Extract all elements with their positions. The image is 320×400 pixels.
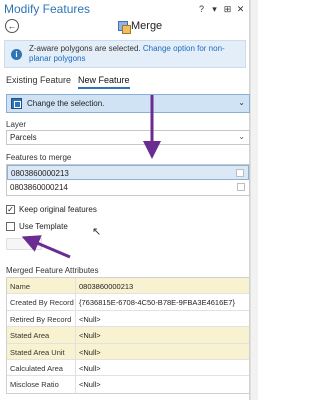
attribute-value[interactable]: <Null> — [76, 344, 104, 359]
tool-name-label: Merge — [131, 20, 163, 32]
attribute-value[interactable]: 0803860000213 — [76, 278, 136, 293]
info-message: Z-aware polygons are selected. Change op… — [29, 44, 244, 64]
info-banner: i Z-aware polygons are selected. Change … — [4, 40, 246, 68]
merge-icon — [118, 21, 131, 34]
features-to-merge-list: 0803860000213 0803860000214 — [6, 164, 250, 196]
tab-existing-feature[interactable]: Existing Feature — [6, 75, 71, 89]
use-template-label: Use Template — [19, 222, 68, 231]
vertical-scrollbar[interactable] — [250, 0, 258, 400]
auto-hide-icon[interactable]: ⊞ — [223, 4, 232, 15]
close-icon[interactable]: ✕ — [236, 4, 245, 15]
keep-original-checkbox[interactable]: ✓ — [6, 205, 15, 214]
attribute-value[interactable]: <Null> — [76, 360, 104, 375]
feature-id: 0803860000213 — [11, 169, 69, 178]
modify-features-pane: Modify Features ? ▾ ⊞ ✕ ← Merge i Z-awar… — [0, 0, 250, 400]
table-row[interactable]: Created By Record {7636815E-6708-4C50-B7… — [7, 294, 249, 311]
change-selection-label: Change the selection. — [27, 99, 105, 108]
chevron-down-icon: ⌄ — [238, 132, 245, 141]
chevron-down-icon: ⌄ — [238, 98, 245, 107]
radio-box[interactable] — [237, 183, 245, 191]
change-selection-dropdown[interactable]: Change the selection. ⌄ — [6, 94, 250, 113]
back-arrow-icon[interactable]: ← — [5, 19, 19, 33]
use-template-option[interactable]: Use Template — [6, 222, 68, 231]
attribute-value[interactable]: <Null> — [76, 311, 104, 326]
attribute-name: Retired By Record — [7, 310, 76, 327]
feature-id: 0803860000214 — [10, 183, 68, 192]
table-row[interactable]: Misclose Ratio <Null> — [7, 376, 249, 393]
table-row[interactable]: Calculated Area <Null> — [7, 359, 249, 377]
list-item[interactable]: 0803860000214 — [7, 180, 249, 195]
tab-strip: Existing Feature New Feature — [6, 75, 130, 89]
info-text: Z-aware polygons are selected. — [29, 44, 141, 53]
attribute-value[interactable]: {7636815E-6708-4C50-B78E-9FBA3E4616E7} — [76, 294, 238, 309]
tool-name: Merge — [118, 20, 163, 34]
attribute-value[interactable]: <Null> — [76, 327, 104, 342]
layer-select[interactable]: Parcels ⌄ — [6, 130, 250, 145]
template-select-disabled: ▾ — [6, 238, 42, 250]
attributes-table: Name 0803860000213 Created By Record {76… — [6, 277, 250, 394]
table-row[interactable]: Name 0803860000213 — [7, 278, 249, 295]
help-icon[interactable]: ? — [197, 4, 206, 15]
keep-original-label: Keep original features — [19, 205, 97, 214]
list-item[interactable]: 0803860000213 — [7, 165, 249, 180]
title-bar: Modify Features ? ▾ ⊞ ✕ — [0, 0, 249, 18]
info-icon: i — [11, 49, 22, 60]
attribute-name: Stated Area — [7, 327, 76, 343]
table-row[interactable]: Stated Area Unit <Null> — [7, 343, 249, 360]
attribute-name: Calculated Area — [7, 359, 76, 376]
attribute-name: Misclose Ratio — [7, 376, 76, 393]
tab-new-feature[interactable]: New Feature — [78, 75, 130, 89]
select-features-icon — [11, 98, 22, 109]
mouse-cursor-icon: ↖ — [92, 226, 102, 238]
use-template-checkbox[interactable] — [6, 222, 15, 231]
radio-box[interactable] — [236, 169, 244, 177]
features-to-merge-label: Features to merge — [6, 153, 72, 162]
keep-original-features-option[interactable]: ✓ Keep original features — [6, 205, 97, 214]
attribute-name: Stated Area Unit — [7, 343, 76, 359]
layer-label: Layer — [6, 120, 27, 129]
title-bar-controls: ? ▾ ⊞ ✕ — [197, 4, 249, 15]
attribute-name: Created By Record — [7, 294, 76, 310]
table-row[interactable]: Stated Area <Null> — [7, 327, 249, 344]
table-row[interactable]: Retired By Record <Null> — [7, 310, 249, 328]
options-dropdown-icon[interactable]: ▾ — [210, 4, 219, 15]
merged-attributes-label: Merged Feature Attributes — [6, 266, 99, 275]
pane-title: Modify Features — [4, 2, 91, 16]
attribute-value[interactable]: <Null> — [76, 376, 104, 392]
layer-value: Parcels — [10, 133, 37, 142]
tool-header: ← Merge — [0, 18, 249, 36]
attribute-name: Name — [7, 278, 76, 294]
